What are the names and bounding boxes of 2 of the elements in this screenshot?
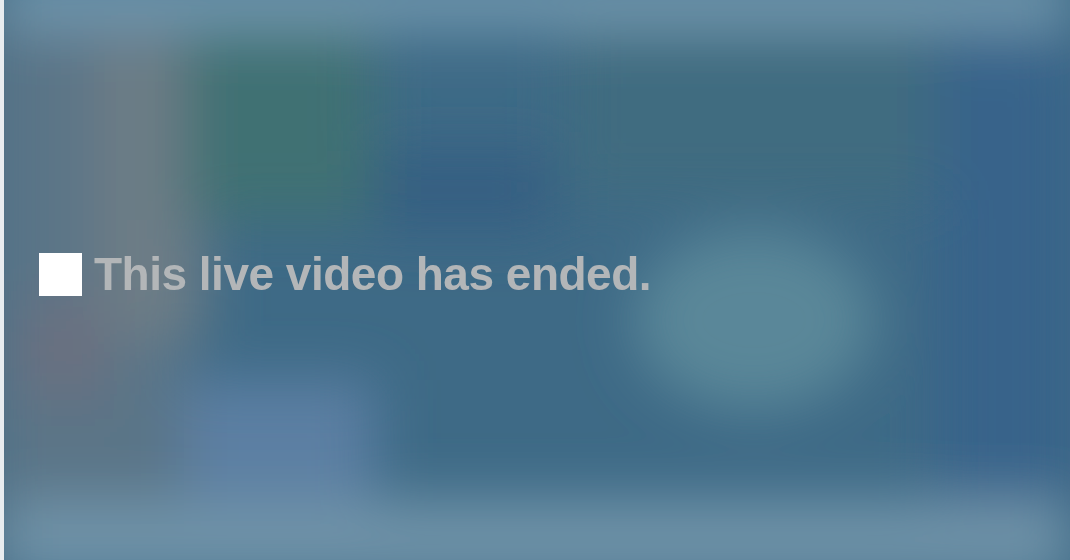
ended-message: This live video has ended. — [94, 247, 652, 301]
stop-icon — [39, 252, 82, 296]
